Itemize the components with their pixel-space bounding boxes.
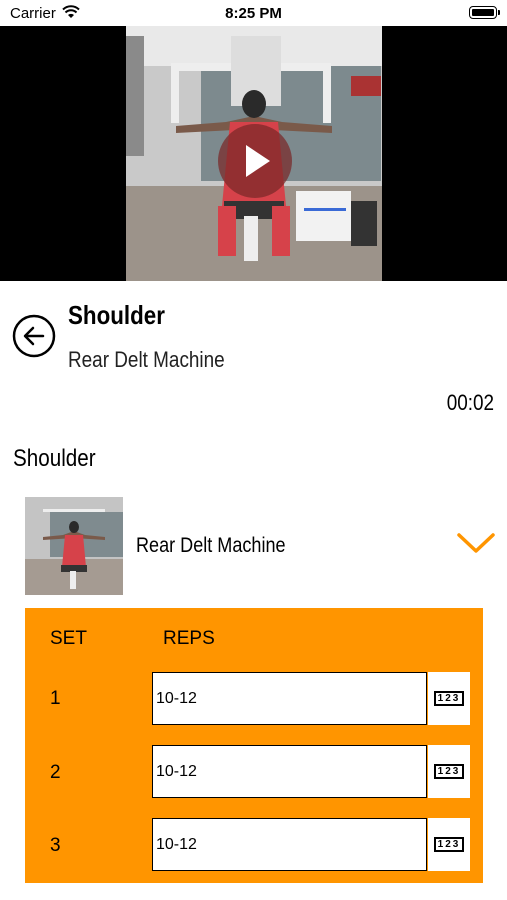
battery-icon [469, 6, 500, 19]
play-button[interactable] [218, 124, 292, 198]
page-subtitle: Rear Delt Machine [68, 347, 225, 372]
back-arrow-icon[interactable] [12, 314, 56, 358]
set-column-header: SET [50, 628, 87, 649]
reps-column-header: REPS [163, 628, 215, 649]
reps-input[interactable]: 10-12 [152, 672, 427, 725]
chevron-down-icon[interactable] [456, 529, 496, 557]
status-time: 8:25 PM [225, 5, 282, 22]
page-title: Shoulder [68, 300, 165, 330]
exercise-thumbnail [25, 497, 123, 595]
section-title: Shoulder [13, 445, 96, 472]
exercise-row[interactable]: Rear Delt Machine [0, 497, 507, 597]
reps-input[interactable]: 10-12 [152, 818, 427, 871]
set-number: 2 [50, 762, 61, 783]
status-bar: Carrier 8:25 PM [0, 0, 507, 26]
number-keyboard-icon: 123 [434, 691, 464, 706]
exercise-name: Rear Delt Machine [136, 534, 286, 557]
set-number: 1 [50, 688, 61, 709]
number-keyboard-button[interactable]: 123 [428, 672, 470, 725]
number-keyboard-icon: 123 [434, 837, 464, 852]
set-number: 3 [50, 835, 61, 856]
video-player[interactable] [0, 26, 507, 281]
sets-table: SET REPS 1 10-12 123 2 10-12 123 3 10-12… [25, 608, 483, 883]
number-keyboard-button[interactable]: 123 [428, 818, 470, 871]
number-keyboard-icon: 123 [434, 764, 464, 779]
reps-input[interactable]: 10-12 [152, 745, 427, 798]
number-keyboard-button[interactable]: 123 [428, 745, 470, 798]
workout-timer: 00:02 [446, 390, 494, 415]
